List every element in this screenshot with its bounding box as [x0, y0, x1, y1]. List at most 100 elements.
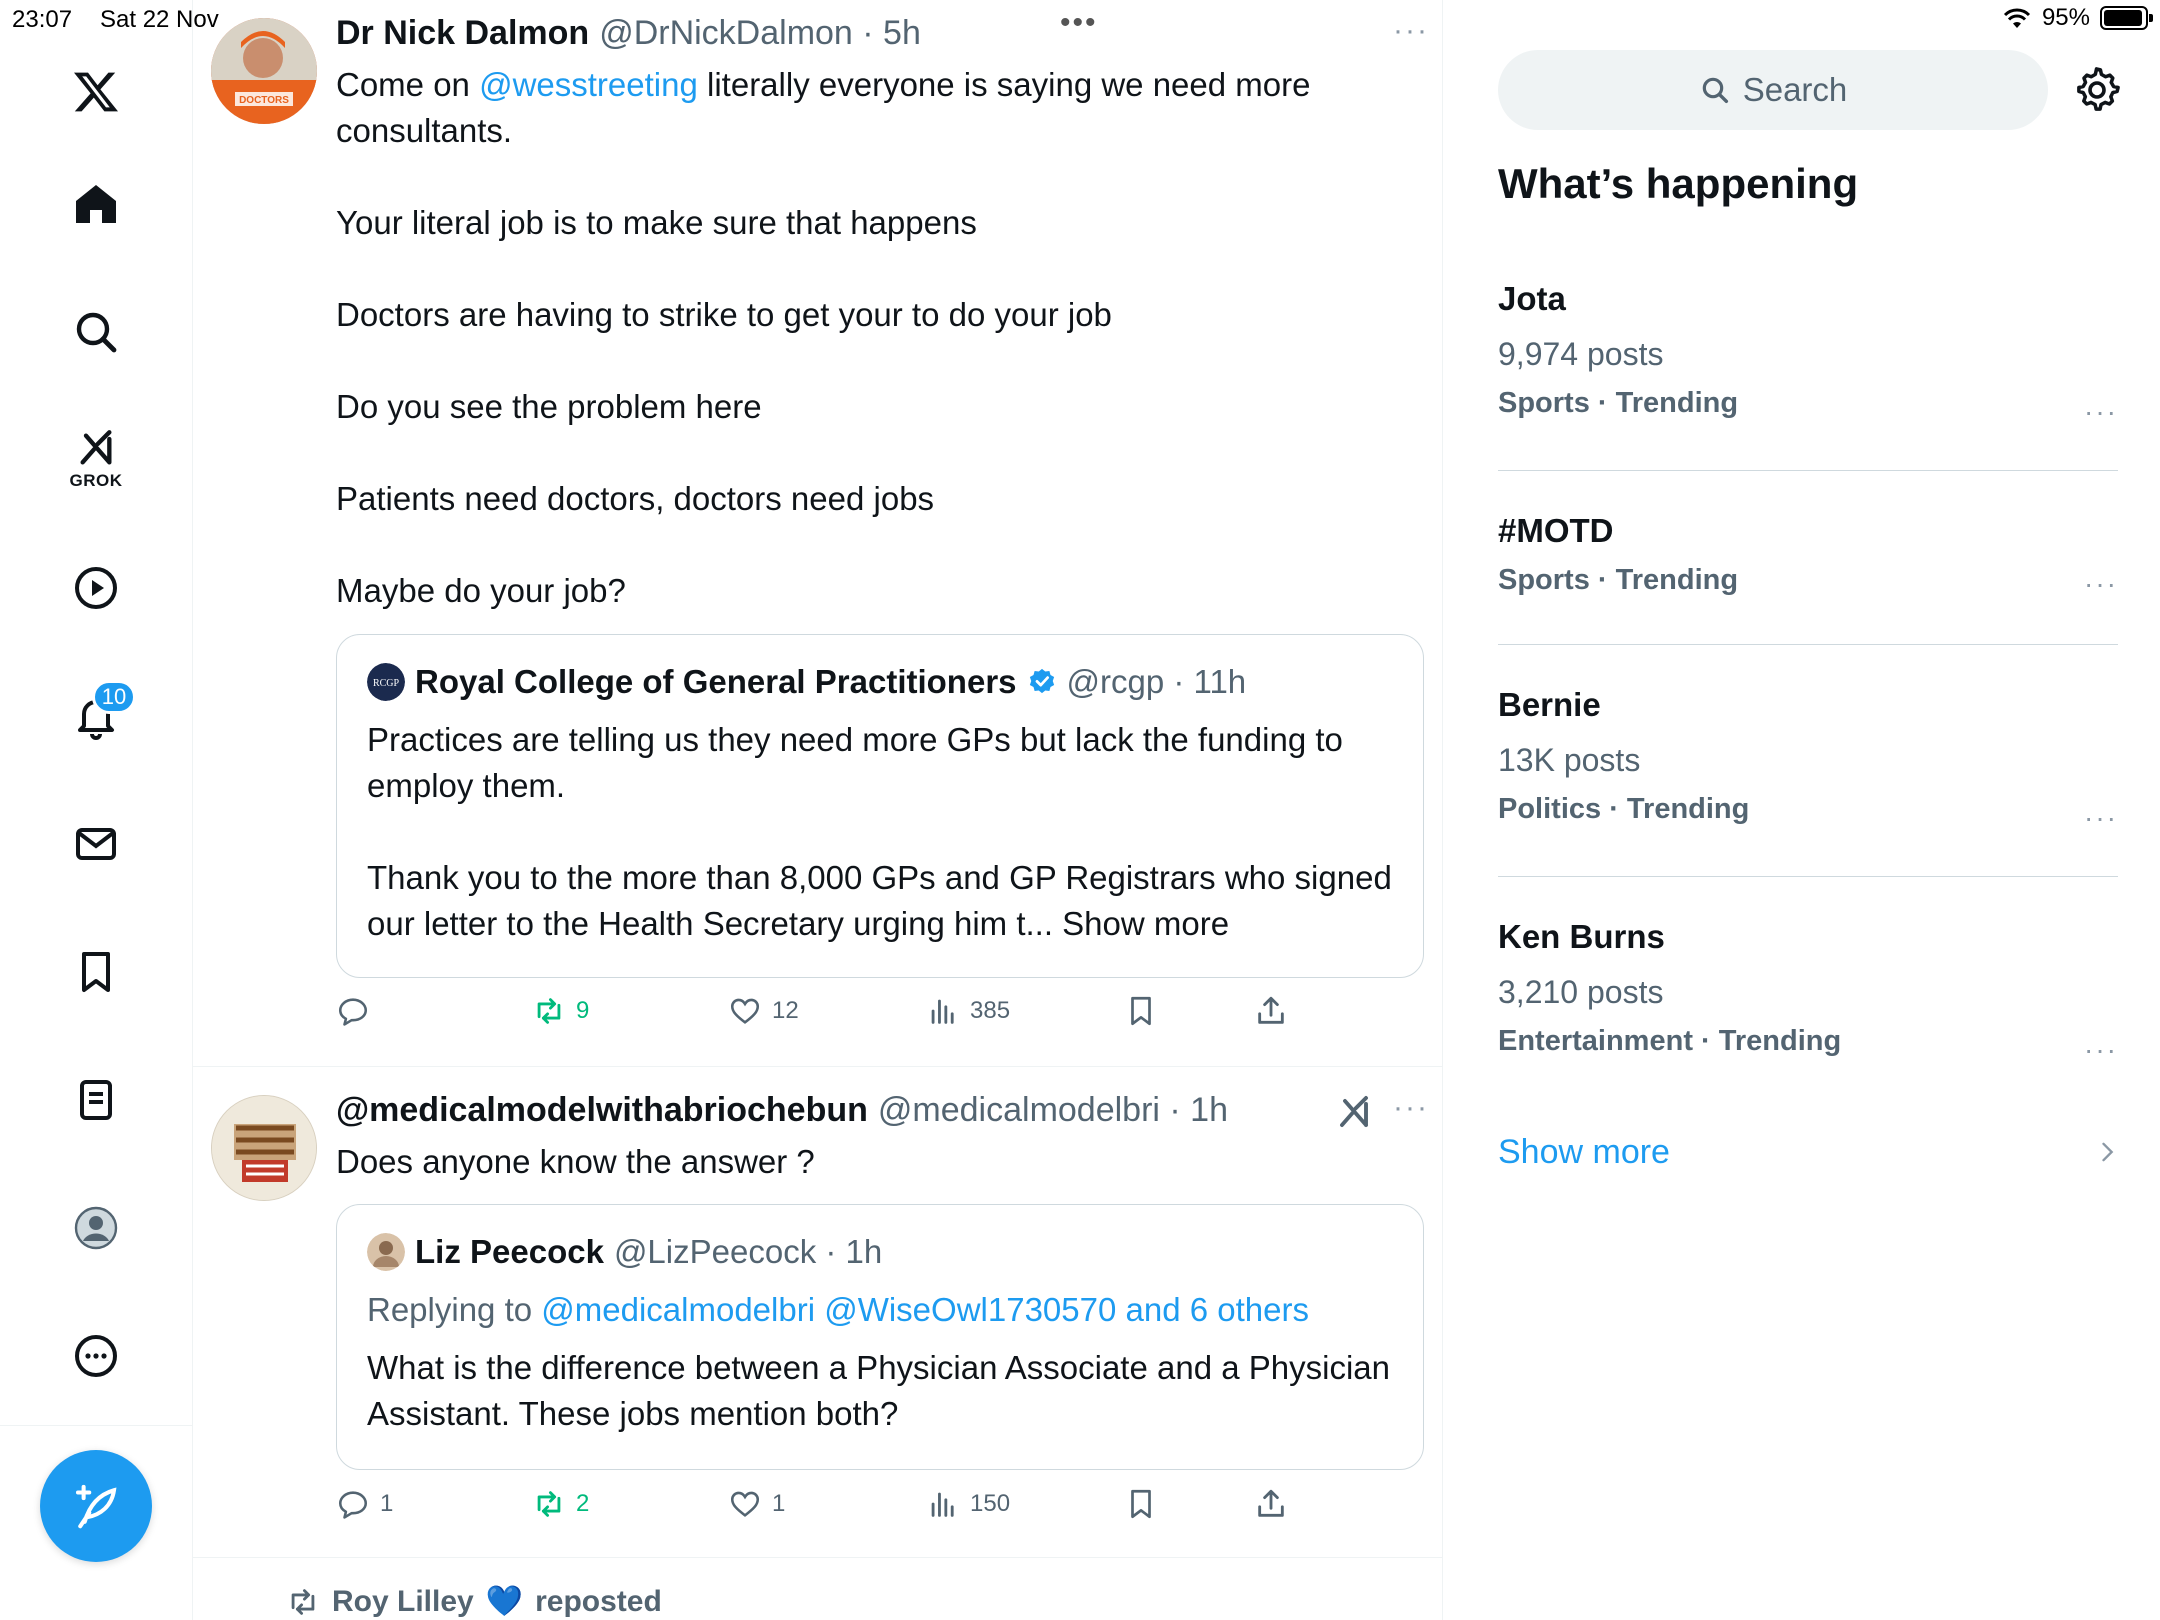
trend-title: Jota: [1498, 280, 1566, 317]
trend-more-icon[interactable]: ···: [2084, 568, 2118, 600]
author-handle-time[interactable]: @DrNickDalmon · 5h: [599, 14, 921, 53]
repost-count: 2: [576, 1490, 590, 1517]
trend-more-icon[interactable]: ···: [2084, 1034, 2118, 1066]
author-avatar[interactable]: DOCTORS: [211, 18, 317, 124]
heart-icon: [730, 1491, 760, 1517]
repost-icon: [291, 1588, 315, 1615]
home-icon[interactable]: [56, 164, 136, 244]
trend-item[interactable]: Ken Burns 3,210 posts Entertainment · Tr…: [1498, 918, 2118, 1065]
like-button[interactable]: 1: [728, 1487, 785, 1521]
messages-envelope-icon[interactable]: [56, 804, 136, 884]
trend-category: Politics · Trending: [1498, 793, 1750, 825]
notifications-badge: 10: [92, 680, 136, 714]
x-logo-icon[interactable]: [56, 52, 136, 132]
post-actions: 9 12 385: [336, 994, 1336, 1044]
view-count: 150: [970, 1490, 1011, 1517]
trend-item[interactable]: Jota 9,974 posts Sports · Trending ···: [1498, 280, 2118, 427]
trend-more-icon[interactable]: ···: [2084, 802, 2118, 834]
trend-divider: [1498, 644, 2118, 645]
bookmark-button[interactable]: [1124, 994, 1158, 1028]
reply-button[interactable]: [336, 994, 380, 1028]
author-name[interactable]: @medicalmodelwithabriochebun: [336, 1091, 868, 1130]
more-options-icon[interactable]: [56, 1316, 136, 1396]
compose-post-button[interactable]: [40, 1450, 152, 1562]
bookmarks-icon[interactable]: [56, 932, 136, 1012]
svg-text:RCGP: RCGP: [373, 678, 400, 689]
blue-heart-emoji: 💙: [485, 1585, 524, 1618]
post-text: Come on @wesstreeting literally everyone…: [336, 66, 1311, 609]
grok-icon[interactable]: GROK: [56, 420, 136, 500]
trend-more-icon[interactable]: ···: [2084, 396, 2118, 428]
quoted-author-avatar[interactable]: [367, 1233, 405, 1271]
trend-post-count: 3,210 posts: [1498, 974, 1664, 1010]
views-chart-icon: [931, 999, 954, 1024]
author-handle-time[interactable]: @medicalmodelbri · 1h: [878, 1091, 1228, 1130]
profile-avatar-icon[interactable]: [56, 1188, 136, 1268]
post-divider: [193, 1066, 1442, 1067]
replying-to-links[interactable]: @medicalmodelbri @WiseOwl1730570 and 6 o…: [541, 1291, 1309, 1328]
nav-divider: [0, 1425, 193, 1426]
share-icon: [1258, 1489, 1284, 1517]
post-actions: 1 2 1 150: [336, 1487, 1336, 1537]
views-button[interactable]: 385: [926, 994, 1010, 1028]
trend-title: #MOTD: [1498, 512, 1614, 549]
home-timeline: DOCTORS Dr Nick Dalmon @DrNickDalmon · 5…: [193, 0, 1443, 1620]
quoted-author-handle-time[interactable]: @LizPeecock · 1h: [614, 1233, 882, 1271]
video-play-icon[interactable]: [56, 548, 136, 628]
author-avatar[interactable]: [211, 1095, 317, 1201]
post-more-icon[interactable]: ···: [1393, 1091, 1429, 1125]
gear-icon[interactable]: [2073, 66, 2121, 114]
share-button[interactable]: [1254, 1487, 1288, 1521]
quoted-post[interactable]: Liz Peecock @LizPeecock · 1h Replying to…: [336, 1204, 1424, 1470]
quoted-post-header: RCGP Royal College of General Practition…: [367, 663, 1246, 701]
repost-button[interactable]: 2: [532, 1487, 589, 1521]
author-name[interactable]: Dr Nick Dalmon: [336, 14, 589, 53]
post-more-icon[interactable]: ···: [1393, 14, 1429, 48]
verified-badge-icon: [1029, 668, 1054, 694]
trend-divider: [1498, 470, 2118, 471]
notifications-bell-icon[interactable]: 10: [56, 676, 136, 756]
quoted-post[interactable]: RCGP Royal College of General Practition…: [336, 634, 1424, 978]
whats-happening-heading: What’s happening: [1498, 160, 1859, 207]
grok-label: GROK: [69, 471, 123, 490]
quoted-author-name[interactable]: Liz Peecock: [415, 1233, 604, 1271]
views-chart-icon: [931, 1492, 954, 1517]
show-more-link[interactable]: Show more: [1498, 1133, 1670, 1172]
repost-button[interactable]: 9: [532, 994, 589, 1028]
like-count: 1: [772, 1490, 786, 1517]
trend-category: Sports · Trending: [1498, 387, 1739, 419]
share-button[interactable]: [1254, 994, 1288, 1028]
trend-category: Entertainment · Trending: [1498, 1025, 1842, 1057]
quoted-post-header: Liz Peecock @LizPeecock · 1h: [367, 1233, 882, 1271]
repost-count: 9: [576, 997, 590, 1024]
trend-post-count: 13K posts: [1498, 742, 1641, 778]
bookmark-button[interactable]: [1124, 1487, 1158, 1521]
like-button[interactable]: 12: [728, 994, 799, 1028]
search-icon[interactable]: [56, 292, 136, 372]
chevron-right-icon[interactable]: [2093, 1138, 2121, 1166]
trend-item[interactable]: #MOTD Sports · Trending ···: [1498, 512, 2118, 600]
lists-icon[interactable]: [56, 1060, 136, 1140]
reposted-by-name[interactable]: Roy Lilley: [332, 1585, 474, 1619]
views-button[interactable]: 150: [926, 1487, 1010, 1521]
quoted-post-text: Practices are telling us they need more …: [367, 721, 1392, 942]
search-input[interactable]: Search: [1498, 50, 2048, 130]
share-icon: [1258, 996, 1284, 1024]
trend-category: Sports · Trending: [1498, 564, 1739, 596]
trend-divider: [1498, 876, 2118, 877]
heart-icon: [730, 998, 760, 1024]
right-sidebar: Search What’s happening Jota 9,974 posts…: [1443, 0, 2160, 1620]
reposted-by-row[interactable]: Roy Lilley 💙 reposted: [286, 1584, 662, 1619]
mention-link[interactable]: @wesstreeting: [479, 66, 698, 103]
trend-post-count: 9,974 posts: [1498, 336, 1664, 372]
trend-title: Bernie: [1498, 686, 1601, 723]
quoted-author-avatar[interactable]: RCGP: [367, 663, 405, 701]
post-header: @medicalmodelwithabriochebun @medicalmod…: [336, 1091, 1228, 1130]
quoted-author-name[interactable]: Royal College of General Practitioners: [415, 663, 1017, 701]
trend-item[interactable]: Bernie 13K posts Politics · Trending ···: [1498, 686, 2118, 833]
repost-icon: [537, 998, 561, 1024]
reposted-label: reposted: [535, 1584, 662, 1618]
grok-explain-icon[interactable]: [1336, 1095, 1372, 1131]
reply-button[interactable]: 1: [336, 1487, 393, 1521]
quoted-author-handle-time[interactable]: @rcgp · 11h: [1067, 663, 1247, 701]
